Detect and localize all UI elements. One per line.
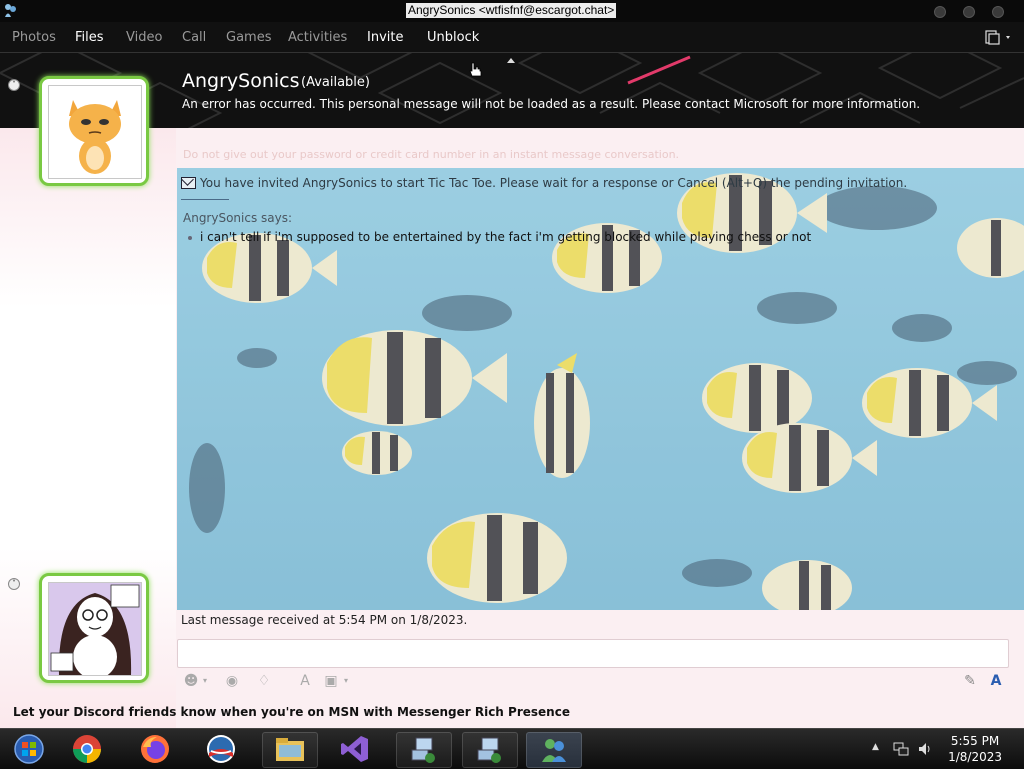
taskbar-firefox[interactable] [128, 732, 182, 766]
own-avatar [48, 582, 142, 676]
sender-line: AngrySonics says: [183, 211, 293, 225]
hand-cursor-icon [469, 62, 482, 77]
font-style-icon[interactable]: A [987, 672, 1005, 690]
start-orb-icon [14, 734, 44, 764]
maximize-button[interactable] [963, 6, 975, 18]
taskbar-messenger-window-2[interactable] [462, 732, 518, 768]
contact-avatar-frame[interactable] [39, 76, 149, 186]
taskbar-obama-app[interactable] [194, 732, 248, 766]
visual-studio-icon [341, 736, 368, 762]
clock-date: 1/8/2023 [948, 750, 1002, 764]
footer-ad-link[interactable]: Let your Discord friends know when you'r… [13, 705, 570, 719]
own-avatar-frame[interactable] [39, 573, 149, 683]
background-icon[interactable]: ▣ [322, 672, 340, 690]
wink-icon[interactable]: ◉ [223, 672, 241, 690]
collapse-top-icon[interactable]: ˅ [8, 79, 20, 91]
envelope-icon [181, 177, 196, 189]
start-button[interactable] [2, 732, 56, 766]
own-avatar-image [49, 583, 141, 675]
menu-files[interactable]: Files [75, 30, 104, 45]
network-tray-icon [893, 742, 909, 756]
minimize-button[interactable] [934, 6, 946, 18]
contact-personal-message: An error has occurred. This personal mes… [182, 97, 921, 111]
contact-avatar [48, 85, 142, 179]
emoticon-dropdown-icon[interactable]: ▾ [200, 672, 210, 690]
game-invite-text: You have invited AngrySonics to start Ti… [200, 176, 908, 190]
chat-message: i can't tell if i'm supposed to be enter… [200, 230, 812, 244]
last-message-timestamp: Last message received at 5:54 PM on 1/8/… [181, 613, 468, 627]
menu-games[interactable]: Games [226, 30, 271, 45]
contact-header-banner [0, 53, 1024, 128]
taskbar-messenger-active[interactable] [526, 732, 582, 768]
contact-status: (Available) [301, 75, 370, 90]
taskbar-messenger-window-1[interactable] [396, 732, 452, 768]
folder-icon [276, 738, 304, 761]
system-clock[interactable]: 5:55 PM 1/8/2023 [948, 733, 1002, 765]
computers-network-icon-2 [477, 737, 501, 763]
options-menu-button[interactable] [982, 28, 1016, 46]
menu-invite[interactable]: Invite [367, 30, 403, 45]
computers-network-icon [411, 737, 435, 763]
round-logo-icon [207, 735, 235, 763]
banner-pattern [0, 53, 1024, 128]
taskbar-explorer[interactable] [262, 732, 318, 768]
firefox-icon [141, 735, 169, 763]
taskbar: ▲ 5:55 PM 1/8/2023 [0, 728, 1024, 769]
taskbar-visual-studio[interactable] [328, 732, 382, 766]
tray-expand-icon[interactable]: ▲ [872, 742, 879, 752]
collapse-bottom-icon[interactable]: ˅ [8, 578, 20, 590]
handwriting-icon[interactable]: ✎ [961, 672, 979, 690]
menu-photos[interactable]: Photos [12, 30, 56, 45]
menu-bar: Photos Files Video Call Games Activities… [0, 22, 1024, 53]
menu-call[interactable]: Call [182, 30, 206, 45]
safety-notice: Do not give out your password or credit … [183, 148, 680, 161]
options-icon [985, 30, 1010, 45]
font-change-icon[interactable]: A [296, 672, 314, 690]
message-separator [181, 199, 229, 200]
contact-name: AngrySonics [182, 70, 300, 92]
background-dropdown-icon[interactable]: ▾ [341, 672, 351, 690]
nudge-icon[interactable]: ♢ [255, 672, 273, 690]
messenger-app-icon[interactable] [3, 3, 17, 18]
game-invite-notice: You have invited AngrySonics to start Ti… [181, 176, 907, 190]
volume-tray-icon [919, 743, 930, 755]
close-button[interactable] [992, 6, 1004, 18]
taskbar-chrome[interactable] [60, 732, 114, 766]
window-title: AngrySonics <wtfisfnf@escargot.chat> [406, 3, 617, 18]
menu-unblock[interactable]: Unblock [427, 30, 479, 45]
emoticon-icon[interactable]: ☻ [182, 672, 200, 690]
volume-icon[interactable] [917, 742, 933, 759]
network-icon[interactable] [893, 742, 909, 759]
message-input[interactable] [177, 639, 1009, 668]
cat-avatar-image [49, 86, 141, 178]
message-bullet [188, 236, 192, 240]
menu-activities[interactable]: Activities [288, 30, 347, 45]
messenger-buddies-icon [542, 739, 566, 762]
title-bar: AngrySonics <wtfisfnf@escargot.chat> [0, 0, 1024, 22]
chrome-icon [73, 735, 101, 763]
menu-video[interactable]: Video [126, 30, 162, 45]
clock-time: 5:55 PM [950, 734, 1000, 748]
